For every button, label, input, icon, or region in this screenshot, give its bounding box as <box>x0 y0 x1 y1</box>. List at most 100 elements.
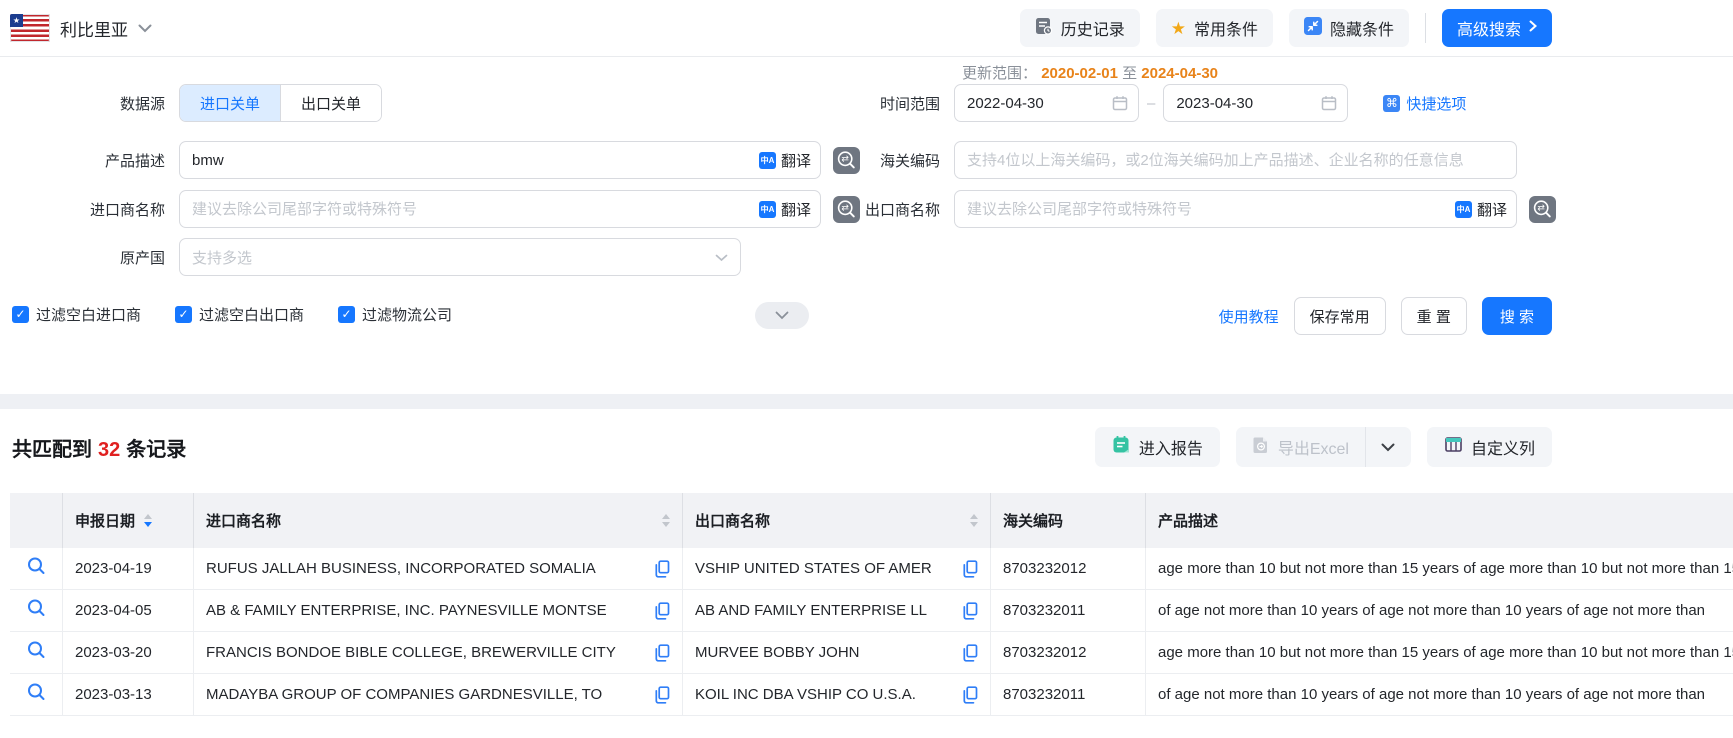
cell-importer: FRANCIS BONDOE BIBLE COLLEGE, BREWERVILL… <box>193 632 682 673</box>
translate-label: 翻译 <box>781 150 811 171</box>
filter-blank-exporter-label: 过滤空白出口商 <box>199 304 304 325</box>
product-desc-row: 产品描述 中A 翻译 ⇄ <box>80 141 860 179</box>
liberia-flag-icon: ★ <box>10 14 50 42</box>
end-date-value: 2023-04-30 <box>1176 95 1253 112</box>
expand-more-filters-button[interactable] <box>755 302 809 329</box>
cell-exporter: KOIL INC DBA VSHIP CO U.S.A. <box>682 674 990 715</box>
filter-blank-importer-label: 过滤空白进口商 <box>36 304 141 325</box>
end-date-input[interactable]: 2023-04-30 <box>1163 84 1348 122</box>
results-toolbar: 进入报告 导出Excel 自定义列 <box>1095 427 1552 467</box>
enter-report-button[interactable]: 进入报告 <box>1095 427 1220 467</box>
hide-filters-label: 隐藏条件 <box>1330 16 1394 40</box>
copy-icon[interactable] <box>655 560 670 578</box>
table-row: 2023-04-05 AB & FAMILY ENTERPRISE, INC. … <box>10 590 1733 632</box>
hs-code-input[interactable] <box>954 141 1517 179</box>
start-date-value: 2022-04-30 <box>967 95 1044 112</box>
importer-row: 进口商名称 中A 翻译 ⇄ <box>80 190 860 228</box>
filter-blank-exporter-checkbox[interactable]: 过滤空白出口商 <box>175 304 304 325</box>
report-icon <box>1112 435 1131 459</box>
cell-hs-code: 8703232011 <box>990 590 1145 631</box>
export-excel-group: 导出Excel <box>1236 427 1411 467</box>
cell-hs-code: 8703232012 <box>990 632 1145 673</box>
tutorial-link[interactable]: 使用教程 <box>1219 306 1279 327</box>
country-selector[interactable]: ★ 利比里亚 <box>10 14 152 42</box>
translate-button[interactable]: 中A 翻译 <box>759 199 811 220</box>
custom-columns-button[interactable]: 自定义列 <box>1427 427 1552 467</box>
quick-options-label: 快捷选项 <box>1406 93 1466 114</box>
cell-exporter: VSHIP UNITED STATES OF AMER <box>682 548 990 589</box>
sort-buttons-exporter[interactable] <box>970 514 978 527</box>
translate-button[interactable]: 中A 翻译 <box>1455 199 1507 220</box>
exporter-input[interactable] <box>954 190 1517 228</box>
magnifier-icon <box>26 598 47 623</box>
update-range-label: 更新范围： <box>962 65 1037 82</box>
cell-product: of age not more than 10 years of age not… <box>1145 590 1733 631</box>
cell-hs-code: 8703232011 <box>990 674 1145 715</box>
copy-icon[interactable] <box>655 644 670 662</box>
cell-hs-code: 8703232012 <box>990 548 1145 589</box>
cell-date: 2023-04-19 <box>62 548 193 589</box>
checkbox-checked-icon <box>12 306 29 323</box>
row-detail-button[interactable] <box>10 632 62 673</box>
tab-import-declarations[interactable]: 进口关单 <box>180 85 280 121</box>
copy-icon[interactable] <box>655 686 670 704</box>
reset-button[interactable]: 重 置 <box>1401 297 1467 335</box>
sort-desc-icon <box>970 522 978 527</box>
favorites-button[interactable]: ★ 常用条件 <box>1156 9 1273 47</box>
origin-label: 原产国 <box>80 247 165 268</box>
start-date-input[interactable]: 2022-04-30 <box>954 84 1139 122</box>
export-icon <box>1252 435 1270 459</box>
row-detail-button[interactable] <box>10 548 62 589</box>
cell-importer: RUFUS JALLAH BUSINESS, INCORPORATED SOMA… <box>193 548 682 589</box>
product-desc-input[interactable] <box>179 141 821 179</box>
translate-icon: 中A <box>759 201 776 218</box>
origin-select[interactable]: 支持多选 <box>179 238 741 276</box>
sort-buttons-date[interactable] <box>144 514 152 527</box>
hide-filters-button[interactable]: 隐藏条件 <box>1289 9 1409 47</box>
sort-buttons-importer[interactable] <box>662 514 670 527</box>
copy-icon[interactable] <box>963 686 978 704</box>
column-header-exporter: 出口商名称 <box>682 493 990 548</box>
table-row: 2023-03-20 FRANCIS BONDOE BIBLE COLLEGE,… <box>10 632 1733 674</box>
filter-logistics-checkbox[interactable]: 过滤物流公司 <box>338 304 452 325</box>
save-common-button[interactable]: 保存常用 <box>1294 297 1386 335</box>
collapse-icon <box>1304 17 1322 40</box>
filter-logistics-label: 过滤物流公司 <box>362 304 452 325</box>
svg-text:⇄: ⇄ <box>1537 202 1545 212</box>
tab-export-declarations[interactable]: 出口关单 <box>280 85 381 121</box>
origin-row: 原产国 支持多选 <box>80 238 741 276</box>
copy-icon[interactable] <box>963 644 978 662</box>
translate-button[interactable]: 中A 翻译 <box>759 150 811 171</box>
match-summary: 共匹配到32条记录 <box>12 433 186 462</box>
copy-icon[interactable] <box>963 602 978 620</box>
translate-label: 翻译 <box>1477 199 1507 220</box>
time-range-row: 时间范围 2022-04-30 – 2023-04-30 ⌘ 快捷选项 <box>855 84 1466 122</box>
copy-icon[interactable] <box>655 602 670 620</box>
export-options-button[interactable] <box>1365 427 1411 467</box>
export-excel-button[interactable]: 导出Excel <box>1236 427 1365 467</box>
data-source-tabs: 进口关单 出口关单 <box>179 84 382 122</box>
column-header-hs-code: 海关编码 <box>990 493 1145 548</box>
chevron-down-icon <box>775 308 789 323</box>
history-label: 历史记录 <box>1061 16 1125 40</box>
sort-desc-icon <box>144 522 152 527</box>
advanced-search-button[interactable]: 高级搜索 <box>1442 9 1552 47</box>
divider <box>1425 13 1426 43</box>
filter-blank-importer-checkbox[interactable]: 过滤空白进口商 <box>12 304 141 325</box>
row-detail-button[interactable] <box>10 674 62 715</box>
search-panel: 更新范围： 2020-02-01 至 2024-04-30 数据源 进口关单 出… <box>0 57 1733 394</box>
row-action-column-header <box>10 493 62 548</box>
time-range-label: 时间范围 <box>855 93 940 114</box>
column-header-importer: 进口商名称 <box>193 493 682 548</box>
table-row: 2023-03-13 MADAYBA GROUP OF COMPANIES GA… <box>10 674 1733 716</box>
row-detail-button[interactable] <box>10 590 62 631</box>
match-mode-toggle-icon[interactable]: ⇄ <box>1529 196 1556 223</box>
calendar-icon <box>1321 95 1337 111</box>
copy-icon[interactable] <box>963 560 978 578</box>
quick-options-link[interactable]: ⌘ 快捷选项 <box>1383 93 1466 114</box>
search-button[interactable]: 搜 索 <box>1482 297 1552 335</box>
export-excel-label: 导出Excel <box>1278 435 1349 459</box>
sort-asc-icon <box>970 514 978 519</box>
importer-input[interactable] <box>179 190 821 228</box>
history-button[interactable]: 历史记录 <box>1020 9 1140 47</box>
